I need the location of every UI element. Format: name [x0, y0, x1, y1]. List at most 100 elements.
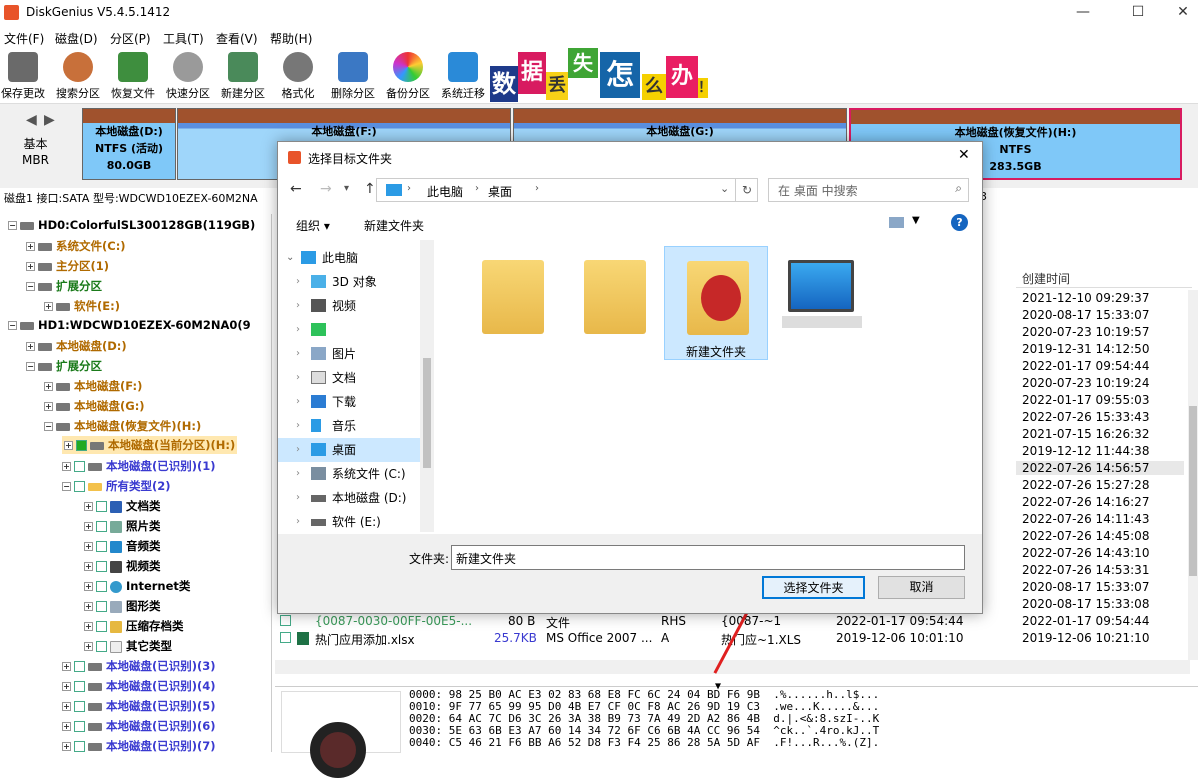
- tree-hd0[interactable]: − HD0:ColorfulSL300128GB(119GB): [8, 218, 255, 232]
- tree-graphics[interactable]: + 图形类: [84, 598, 161, 614]
- search-box[interactable]: 在 桌面 中搜索 ⌕: [768, 178, 969, 202]
- tree-archives[interactable]: + 压缩存档类: [84, 618, 184, 634]
- dialog-close-button[interactable]: ✕: [958, 147, 970, 163]
- menu-tools[interactable]: 工具(T): [163, 30, 204, 47]
- tree-video[interactable]: + 视频类: [84, 558, 161, 574]
- menu-file[interactable]: 文件(F): [4, 30, 44, 47]
- file-row[interactable]: 热门应用添加.xlsx 25.7KB MS Office 2007 ... A …: [280, 631, 1020, 648]
- tree-g[interactable]: + 本地磁盘(G:): [44, 398, 145, 414]
- nav-pictures[interactable]: › 图片: [278, 342, 428, 366]
- folder-tile[interactable]: [562, 246, 666, 360]
- save-changes-button[interactable]: 保存更改: [0, 52, 48, 102]
- tree-h[interactable]: − 本地磁盘(恢复文件)(H:): [44, 418, 201, 434]
- tree-h-current[interactable]: + 本地磁盘(当前分区)(H:): [62, 436, 238, 454]
- minimize-button[interactable]: —: [1060, 0, 1106, 27]
- prev-disk-arrow[interactable]: ◀: [26, 112, 37, 128]
- nav-scrollbar[interactable]: [420, 240, 434, 532]
- dialog-title-bar: 选择目标文件夹 ✕: [278, 142, 982, 173]
- row-checkbox[interactable]: [280, 632, 291, 643]
- refresh-icon[interactable]: ↻: [735, 179, 758, 201]
- nav-green-app[interactable]: ›: [278, 318, 428, 342]
- recent-dropdown[interactable]: ▾: [344, 183, 349, 194]
- cancel-button[interactable]: 取消: [878, 576, 965, 599]
- nav-scrollbar-thumb[interactable]: [423, 358, 431, 468]
- nav-desktop[interactable]: › 桌面: [278, 438, 428, 462]
- new-folder-button[interactable]: 新建文件夹: [364, 217, 424, 234]
- tree-hd1[interactable]: − HD1:WDCWD10EZEX-60M2NA0(9: [8, 318, 251, 332]
- tree-d[interactable]: + 本地磁盘(D:): [26, 338, 127, 354]
- breadcrumb-this-pc[interactable]: 此电脑: [427, 183, 463, 200]
- close-button[interactable]: ✕: [1160, 0, 1198, 27]
- tree-recognized-3[interactable]: + 本地磁盘(已识别)(3): [62, 658, 216, 674]
- nav-videos[interactable]: › 视频: [278, 294, 428, 318]
- back-button[interactable]: ←: [290, 181, 302, 197]
- backup-partition-button[interactable]: 备份分区: [383, 52, 433, 102]
- tree-primary[interactable]: + 主分区(1): [26, 258, 109, 274]
- menu-help[interactable]: 帮助(H): [270, 30, 312, 47]
- created-cell: 2020-08-17 15:33:07: [1022, 580, 1150, 594]
- organize-button[interactable]: 组织 ▾: [296, 217, 330, 234]
- help-icon[interactable]: ?: [951, 214, 968, 231]
- tree-e[interactable]: + 软件(E:): [44, 298, 120, 314]
- up-button[interactable]: ↑: [364, 181, 376, 197]
- maximize-button[interactable]: ☐: [1115, 0, 1161, 27]
- address-bar[interactable]: › 此电脑 › 桌面 › ⌄ ↻: [376, 178, 758, 202]
- app-logo-icon: [701, 275, 741, 321]
- forward-button[interactable]: →: [320, 181, 332, 197]
- nav-drive-c[interactable]: › 系统文件 (C:): [278, 462, 428, 486]
- select-folder-button[interactable]: 选择文件夹: [762, 576, 865, 599]
- horizontal-scrollbar[interactable]: [275, 660, 1190, 674]
- tree-c[interactable]: + 系统文件(C:): [26, 238, 126, 254]
- tree-recognized-6[interactable]: + 本地磁盘(已识别)(6): [62, 718, 216, 734]
- shortcut-tile[interactable]: [768, 246, 872, 360]
- column-created[interactable]: 创建时间: [1022, 270, 1070, 287]
- created-cell: 2022-01-17 09:54:44: [1022, 614, 1150, 628]
- address-dropdown[interactable]: ⌄: [720, 182, 729, 195]
- nav-documents[interactable]: › 文档: [278, 366, 428, 390]
- scrollbar-thumb[interactable]: [1189, 406, 1197, 576]
- format-icon: [283, 52, 313, 82]
- next-disk-arrow[interactable]: ▶: [44, 112, 55, 128]
- nav-drive-d[interactable]: › 本地磁盘 (D:): [278, 486, 428, 510]
- breadcrumb-desktop[interactable]: 桌面: [488, 183, 512, 200]
- tree-audio[interactable]: + 音频类: [84, 538, 161, 554]
- row-checkbox[interactable]: [280, 615, 291, 626]
- view-options-icon[interactable]: [889, 217, 904, 228]
- list-scrollbar[interactable]: [1188, 290, 1198, 660]
- format-button[interactable]: 格式化: [273, 52, 323, 102]
- menu-disk[interactable]: 磁盘(D): [55, 30, 98, 47]
- menu-partition[interactable]: 分区(P): [110, 30, 151, 47]
- delete-partition-button[interactable]: 删除分区: [328, 52, 378, 102]
- file-row[interactable]: {0087-0030-00FF-00E5-... 80 B 文件 RHS {00…: [280, 614, 1020, 631]
- menu-view[interactable]: 查看(V): [216, 30, 258, 47]
- tree-recognized-5[interactable]: + 本地磁盘(已识别)(5): [62, 698, 216, 714]
- folder-tile[interactable]: [460, 246, 564, 360]
- quick-partition-button[interactable]: 快速分区: [163, 52, 213, 102]
- tree-f[interactable]: + 本地磁盘(F:): [44, 378, 142, 394]
- tree-extended-0[interactable]: − 扩展分区: [26, 278, 102, 294]
- new-partition-button[interactable]: 新建分区: [218, 52, 268, 102]
- tree-recognized-1[interactable]: + 本地磁盘(已识别)(1): [62, 458, 216, 474]
- promo-banner[interactable]: 数 据 丢 失 怎 么 办 ！: [490, 48, 998, 102]
- tree-recognized-4[interactable]: + 本地磁盘(已识别)(4): [62, 678, 216, 694]
- nav-this-pc[interactable]: ⌄ 此电脑: [278, 246, 428, 270]
- tree-docs[interactable]: + 文档类: [84, 498, 161, 514]
- created-cell: 2022-07-26 14:53:31: [1022, 563, 1150, 577]
- tree-extended-1[interactable]: − 扩展分区: [26, 358, 102, 374]
- view-dropdown[interactable]: ▼: [912, 215, 920, 226]
- tree-other[interactable]: + 其它类型: [84, 638, 172, 654]
- folder-tile-selected[interactable]: 新建文件夹: [664, 246, 768, 360]
- partition-d[interactable]: 本地磁盘(D:) NTFS (活动) 80.0GB: [82, 108, 176, 180]
- search-partition-button[interactable]: 搜索分区: [53, 52, 103, 102]
- tree-photos[interactable]: + 照片类: [84, 518, 161, 534]
- folder-name-input[interactable]: 新建文件夹: [451, 545, 965, 570]
- recover-icon: [118, 52, 148, 82]
- nav-drive-e[interactable]: › 软件 (E:): [278, 510, 428, 534]
- nav-music[interactable]: › 音乐: [278, 414, 428, 438]
- tree-all-types[interactable]: − 所有类型(2): [62, 478, 171, 494]
- recover-files-button[interactable]: 恢复文件: [108, 52, 158, 102]
- nav-downloads[interactable]: › 下载: [278, 390, 428, 414]
- system-migrate-button[interactable]: 系统迁移: [438, 52, 488, 102]
- nav-3d-objects[interactable]: › 3D 对象: [278, 270, 428, 294]
- tree-internet[interactable]: + Internet类: [84, 578, 190, 594]
